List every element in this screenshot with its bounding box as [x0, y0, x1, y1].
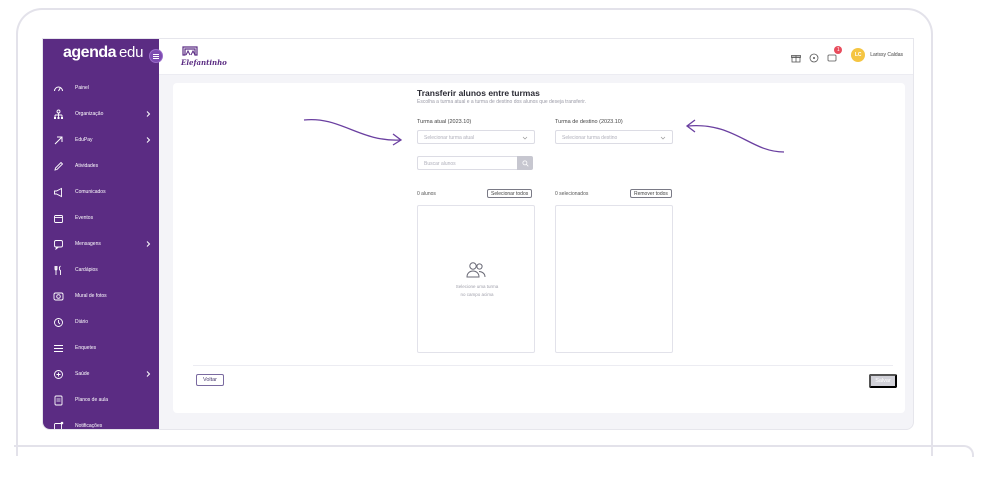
sidebar-item-mural-de-fotos[interactable]: Mural de fotos [43, 283, 159, 309]
user-name[interactable]: Larissy Caldas [870, 52, 903, 58]
school-name: Elefantinho [181, 58, 227, 67]
sidebar-item-label: Organização [75, 111, 104, 117]
selected-count: 0 selecionados [555, 191, 589, 197]
sidebar-item-painel[interactable]: Painel [43, 75, 159, 101]
current-class-label: Turma atual (2023.10) [417, 119, 472, 125]
notification-icon [53, 421, 64, 429]
pencil-icon [53, 161, 64, 172]
document-icon [53, 395, 64, 406]
dest-class-select[interactable]: Selecionar turma destino [555, 130, 673, 144]
calendar-icon [53, 213, 64, 224]
chevron-right-icon [146, 111, 151, 117]
save-button[interactable]: Salvar [869, 374, 897, 388]
health-icon [53, 369, 64, 380]
sidebar-item-label: Mural de fotos [75, 293, 107, 299]
chevron-down-icon [660, 136, 666, 140]
search-button[interactable] [517, 156, 533, 170]
avatar[interactable]: LC [851, 48, 866, 62]
org-chart-icon [53, 109, 64, 120]
logo-main-text: agenda [63, 44, 117, 61]
sidebar-item-edupay[interactable]: EduPay [43, 127, 159, 153]
hamburger-icon [153, 55, 159, 57]
screenshot-stage: agenda edu Painel Organização EduPay Ativid… [0, 0, 997, 482]
sidebar-item-cardapios[interactable]: Cardápios [43, 257, 159, 283]
chat-icon [53, 239, 64, 250]
sidebar-item-diario[interactable]: Diário [43, 309, 159, 335]
logo-sub-text: edu [119, 44, 144, 61]
sidebar-item-label: Comunicados [75, 189, 106, 195]
search-icon [521, 159, 529, 167]
sidebar: agenda edu Painel Organização EduPay Ativid… [43, 39, 159, 429]
sidebar-item-label: Atividades [75, 163, 99, 169]
menu-toggle-button[interactable] [149, 49, 163, 63]
sidebar-nav: Painel Organização EduPay Atividades Comunic… [43, 75, 159, 429]
transfer-card: Transferir alunos entre turmas Escolha a… [173, 83, 905, 413]
current-class-placeholder: Selecionar turma atual [424, 135, 475, 141]
users-icon [466, 262, 486, 278]
gauge-icon [53, 83, 64, 94]
topbar: Elefantinho 1 LC Larissy Caldas [159, 39, 913, 75]
sidebar-item-label: Enquetes [75, 345, 97, 351]
page-title: Transferir alunos entre turmas [417, 88, 540, 98]
select-all-button[interactable]: Selecionar todos [487, 189, 533, 198]
sidebar-item-comunicados[interactable]: Comunicados [43, 179, 159, 205]
camera-icon [53, 291, 64, 302]
sidebar-item-eventos[interactable]: Eventos [43, 205, 159, 231]
sidebar-item-atividades[interactable]: Atividades [43, 153, 159, 179]
clock-icon [53, 317, 64, 328]
sidebar-item-label: Saúde [75, 371, 90, 377]
sidebar-item-label: Eventos [75, 215, 94, 221]
remove-all-button[interactable]: Remover todos [630, 189, 672, 198]
sidebar-item-planos-de-aula[interactable]: Planos de aula [43, 387, 159, 413]
sidebar-item-label: Notificações [75, 423, 103, 429]
help-chat-icon[interactable] [809, 50, 819, 63]
edupay-icon [53, 135, 64, 146]
back-button[interactable]: Voltar [196, 374, 224, 386]
megaphone-icon [53, 187, 64, 198]
sidebar-item-label: Diário [75, 319, 89, 325]
chevron-right-icon [146, 137, 151, 143]
dest-class-placeholder: Selecionar turma destino [562, 135, 618, 141]
sidebar-item-notificacoes[interactable]: Notificações [43, 413, 159, 429]
search-input[interactable]: Buscar alunos [417, 156, 517, 170]
sidebar-item-mensagens[interactable]: Mensagens [43, 231, 159, 257]
chevron-down-icon [522, 136, 528, 140]
utensils-icon [53, 265, 64, 276]
empty-state-line-2: no campo acima [460, 292, 494, 297]
topbar-actions: 1 LC Larissy Caldas [791, 46, 903, 63]
sidebar-item-label: Cardápios [75, 267, 98, 273]
notification-badge: 1 [834, 46, 843, 54]
sidebar-item-label: EduPay [75, 137, 93, 143]
students-count: 0 alunos [417, 191, 436, 197]
empty-state-line-1: Selecione uma turma [455, 284, 499, 289]
dest-class-label: Turma de destino (2023.10) [555, 119, 623, 125]
current-class-select[interactable]: Selecionar turma atual [417, 130, 535, 144]
list-icon [53, 343, 64, 354]
students-list: Selecione uma turma no campo acima [417, 205, 535, 353]
app-screen: agenda edu Painel Organização EduPay Ativid… [42, 38, 914, 430]
footer-divider [193, 365, 893, 366]
sidebar-item-enquetes[interactable]: Enquetes [43, 335, 159, 361]
chevron-right-icon [146, 371, 151, 377]
chevron-right-icon [146, 241, 151, 247]
sidebar-item-saude[interactable]: Saúde [43, 361, 159, 387]
annotation-arrow-right-icon [303, 118, 403, 146]
annotation-arrow-left-icon [685, 119, 785, 153]
laptop-base [14, 445, 974, 457]
app-logo[interactable]: agenda edu [63, 44, 143, 68]
sidebar-item-label: Painel [75, 85, 89, 91]
search-placeholder: Buscar alunos [424, 161, 456, 167]
sidebar-item-label: Planos de aula [75, 397, 109, 403]
selected-list [555, 205, 673, 353]
sidebar-item-organizacao[interactable]: Organização [43, 101, 159, 127]
page-subtitle: Escolha a turma atual e a turma de desti… [417, 99, 586, 105]
gift-icon[interactable] [791, 50, 802, 63]
messages-icon[interactable]: 1 [827, 46, 843, 62]
sidebar-item-label: Mensagens [75, 241, 101, 247]
